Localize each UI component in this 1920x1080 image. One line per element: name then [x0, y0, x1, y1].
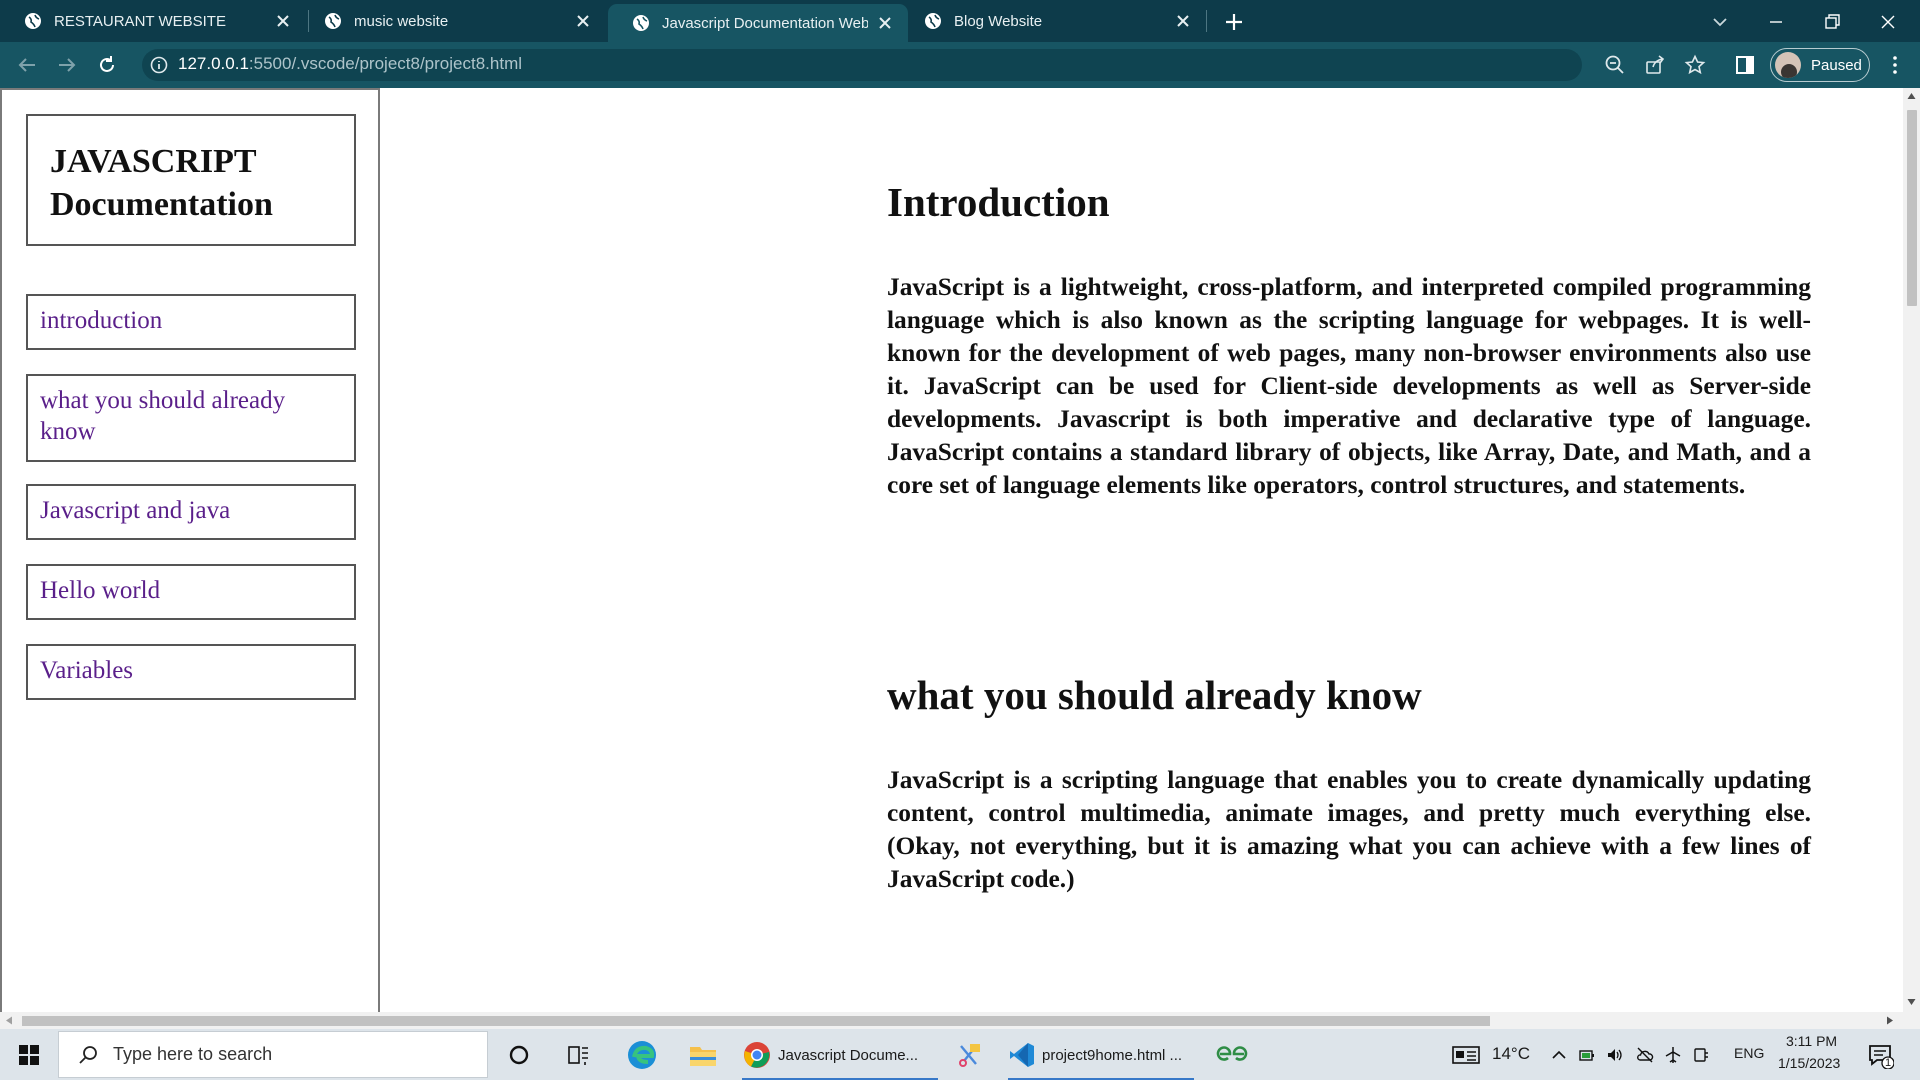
section-body-what-you-should-already-know: JavaScript is a scripting language that …	[887, 766, 1811, 893]
globe-icon	[633, 15, 649, 31]
clock-date[interactable]: 1/15/2023	[1778, 1055, 1840, 1071]
chevron-up-icon[interactable]	[1550, 1046, 1568, 1064]
scroll-down-arrow-icon[interactable]	[1907, 998, 1916, 1006]
chrome-icon	[744, 1042, 770, 1068]
taskbar-app-vscode[interactable]: project9home.html ...	[1008, 1037, 1194, 1080]
sidebar-nav: JAVASCRIPT Documentation introduction wh…	[0, 88, 380, 1012]
cloud-offline-icon[interactable]	[1636, 1046, 1654, 1064]
tab-javascript-documentation[interactable]: Javascript Documentation Websi	[608, 4, 908, 42]
section-heading-introduction: Introduction	[887, 179, 1110, 225]
taskbar-search-box[interactable]: Type here to search	[58, 1031, 488, 1078]
page-viewport: JAVASCRIPT Documentation introduction wh…	[0, 88, 1903, 1012]
bookmark-star-icon[interactable]	[1684, 54, 1706, 76]
minimize-icon[interactable]	[1764, 10, 1788, 34]
restore-icon[interactable]	[1820, 10, 1844, 34]
nav-link-introduction[interactable]: introduction	[26, 294, 356, 350]
share-icon[interactable]	[1644, 54, 1666, 76]
speaker-icon[interactable]	[1606, 1046, 1624, 1064]
horizontal-scrollbar[interactable]	[0, 1012, 1920, 1029]
search-icon	[79, 1045, 97, 1064]
forward-arrow-icon[interactable]	[56, 54, 78, 76]
tab-music-website[interactable]: music website	[300, 0, 606, 42]
profile-button[interactable]: Paused	[1770, 48, 1870, 82]
file-explorer-icon[interactable]	[688, 1041, 718, 1069]
reload-icon[interactable]	[96, 54, 118, 76]
search-placeholder: Type here to search	[113, 1044, 273, 1064]
globe-icon	[25, 13, 41, 29]
weather-temperature[interactable]: 14°C	[1492, 1044, 1530, 1064]
tab-title: RESTAURANT WEBSITE	[54, 12, 226, 30]
scroll-left-arrow-icon[interactable]	[5, 1016, 13, 1025]
close-icon[interactable]	[574, 12, 592, 30]
windows-taskbar: Type here to search Javascript Docume...…	[0, 1029, 1920, 1080]
snipping-tool-icon[interactable]	[956, 1041, 984, 1069]
nav-link-variables[interactable]: Variables	[26, 644, 356, 700]
section-body-introduction: JavaScript is a lightweight, cross-platf…	[887, 273, 1811, 499]
taskbar-app-label: Javascript Docume...	[778, 1046, 919, 1064]
avatar	[1775, 52, 1801, 78]
globe-icon	[925, 13, 941, 29]
tab-restaurant-website[interactable]: RESTAURANT WEBSITE	[0, 0, 306, 42]
taskbar-app-label: project9home.html ...	[1042, 1046, 1183, 1064]
close-icon[interactable]	[1174, 12, 1192, 30]
close-window-icon[interactable]	[1876, 10, 1900, 34]
input-language[interactable]: ENG	[1734, 1045, 1764, 1061]
nav-link-what-you-should-already-know[interactable]: what you should already know	[26, 374, 356, 462]
close-icon[interactable]	[876, 14, 894, 32]
browser-tab-strip: RESTAURANT WEBSITE music website Javascr…	[0, 0, 1920, 42]
tab-separator	[1206, 10, 1207, 32]
section-heading-what-you-should-already-know: what you should already know	[887, 672, 1422, 718]
profile-status: Paused	[1811, 56, 1862, 74]
tab-title: music website	[354, 12, 449, 30]
vertical-scroll-thumb[interactable]	[1907, 110, 1917, 306]
browser-toolbar: 127.0.0.1:5500/.vscode/project8/project8…	[0, 42, 1920, 88]
url-host: 127.0.0.1	[178, 54, 249, 73]
edge-icon[interactable]	[626, 1039, 658, 1071]
close-icon[interactable]	[274, 12, 292, 30]
tab-title: Javascript Documentation Websi	[662, 14, 868, 32]
back-arrow-icon[interactable]	[16, 54, 38, 76]
scroll-right-arrow-icon[interactable]	[1886, 1016, 1894, 1025]
geeksforgeeks-icon[interactable]	[1216, 1043, 1248, 1065]
news-weather-icon[interactable]	[1452, 1045, 1480, 1065]
new-tab-plus-icon[interactable]	[1222, 10, 1246, 34]
display-device-icon[interactable]	[1692, 1046, 1710, 1064]
nav-link-javascript-and-java[interactable]: Javascript and java	[26, 484, 356, 540]
url-text[interactable]: 127.0.0.1:5500/.vscode/project8/project8…	[178, 54, 522, 74]
tab-title: Blog Website	[954, 12, 1043, 30]
nav-link-hello-world[interactable]: Hello world	[26, 564, 356, 620]
globe-icon	[325, 13, 341, 29]
scroll-up-arrow-icon[interactable]	[1907, 92, 1916, 100]
site-info-icon[interactable]	[148, 54, 170, 76]
doc-title: JAVASCRIPT Documentation	[50, 143, 273, 223]
horizontal-scroll-thumb[interactable]	[22, 1016, 1490, 1026]
side-panel-icon[interactable]	[1734, 54, 1756, 76]
doc-title-box: JAVASCRIPT Documentation	[26, 114, 356, 246]
tab-search-chevron-icon[interactable]	[1708, 10, 1732, 34]
task-view-icon[interactable]	[568, 1044, 590, 1066]
url-path: :5500/.vscode/project8/project8.html	[248, 54, 523, 73]
notification-count: 1	[1885, 1057, 1892, 1069]
cortana-icon[interactable]	[508, 1044, 530, 1066]
windows-start-icon[interactable]	[18, 1044, 40, 1066]
battery-icon[interactable]	[1578, 1046, 1596, 1064]
vertical-scrollbar[interactable]	[1903, 88, 1920, 1012]
clock-time[interactable]: 3:11 PM	[1786, 1033, 1837, 1049]
zoom-out-icon[interactable]	[1604, 54, 1626, 76]
airplane-mode-icon[interactable]	[1664, 1046, 1682, 1064]
taskbar-app-chrome[interactable]: Javascript Docume...	[742, 1037, 938, 1080]
vscode-icon	[1010, 1043, 1034, 1067]
kebab-menu-icon[interactable]	[1884, 54, 1906, 76]
tab-blog-website[interactable]: Blog Website	[900, 0, 1206, 42]
